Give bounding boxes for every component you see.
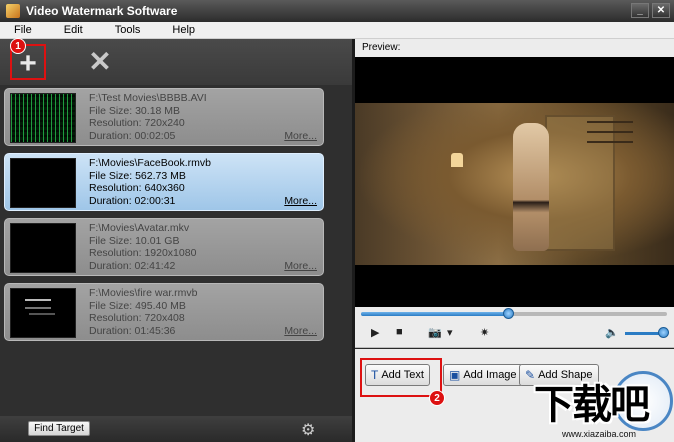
file-list-item[interactable]: F:\Test Movies\BBBB.AVI File Size: 30.18 … (4, 88, 324, 146)
video-thumbnail (10, 93, 76, 143)
doorway-shape (545, 115, 615, 251)
window-title: Video Watermark Software (26, 4, 178, 18)
step-badge-2: 2 (429, 390, 445, 406)
file-resolution: Resolution: 720x240 (89, 117, 185, 130)
text-icon: T (371, 368, 379, 382)
file-list-item[interactable]: F:\Movies\fire war.rmvb File Size: 495.40… (4, 283, 324, 341)
title-bar: Video Watermark Software _ ✕ (0, 0, 674, 22)
seek-thumb[interactable] (502, 308, 514, 319)
video-preview (355, 57, 674, 307)
file-list-item[interactable]: F:\Movies\Avatar.mkv File Size: 10.01 GB R… (4, 218, 324, 276)
preview-panel: Preview: ▶ ■ 📷 ▾ ✷ 🔈 T Add Text ▣ Add Im… (355, 39, 674, 442)
window-controls: _ ✕ (631, 3, 670, 18)
more-link[interactable]: More... (284, 325, 317, 337)
file-toolbar: + 1 ✕ (0, 38, 352, 85)
file-list-panel: + 1 ✕ F:\Test Movies\BBBB.AVI File Size: … (0, 38, 352, 442)
file-resolution: Resolution: 720x408 (89, 312, 185, 325)
preview-label: Preview: (355, 39, 674, 57)
file-size: File Size: 562.73 MB (89, 169, 186, 182)
file-resolution: Resolution: 1920x1080 (89, 247, 197, 260)
menu-bar: File Edit Tools Help (0, 22, 674, 39)
player-controls: ▶ ■ 📷 ▾ ✷ 🔈 (355, 307, 674, 348)
stop-icon[interactable]: ■ (396, 326, 403, 338)
add-image-label: Add Image (463, 369, 517, 381)
menu-edit[interactable]: Edit (64, 24, 83, 36)
video-thumbnail (10, 288, 76, 338)
lamp-shape (451, 153, 463, 167)
seek-progress (361, 312, 508, 316)
menu-help[interactable]: Help (172, 24, 195, 36)
watermark-url: www.xiazaiba.com (562, 429, 637, 439)
menu-file[interactable]: File (14, 24, 32, 36)
file-resolution: Resolution: 640x360 (89, 182, 185, 195)
file-size: File Size: 30.18 MB (89, 104, 181, 117)
file-list: F:\Test Movies\BBBB.AVI File Size: 30.18 … (4, 88, 324, 348)
image-icon: ▣ (449, 368, 461, 382)
bottom-bar: Find Target ⚙ (0, 416, 352, 442)
more-link[interactable]: More... (284, 260, 317, 272)
find-target-button[interactable]: Find Target (28, 421, 90, 436)
add-text-label: Add Text (381, 369, 424, 381)
more-link[interactable]: More... (284, 130, 317, 142)
video-frame-image (355, 103, 674, 265)
gear-icon[interactable]: ⚙ (301, 420, 315, 440)
file-list-item[interactable]: F:\Movies\FaceBook.rmvb File Size: 562.73… (4, 153, 324, 211)
file-path: F:\Movies\FaceBook.rmvb (89, 157, 211, 169)
shape-icon: ✎ (525, 368, 536, 382)
step-badge-1: 1 (10, 38, 26, 54)
file-size: File Size: 10.01 GB (89, 234, 180, 247)
file-path: F:\Movies\fire war.rmvb (89, 287, 198, 299)
volume-icon[interactable]: 🔈 (605, 326, 619, 339)
seek-slider[interactable] (361, 308, 667, 319)
more-link[interactable]: More... (284, 195, 317, 207)
file-path: F:\Test Movies\BBBB.AVI (89, 92, 207, 104)
chevron-down-icon[interactable]: ▾ (447, 326, 453, 339)
camera-icon[interactable]: 📷 (428, 326, 442, 339)
video-thumbnail (10, 158, 76, 208)
file-size: File Size: 495.40 MB (89, 299, 186, 312)
minimize-button[interactable]: _ (631, 3, 649, 18)
remove-file-button[interactable]: ✕ (82, 44, 118, 80)
shelf-shape (587, 121, 633, 123)
video-thumbnail (10, 223, 76, 273)
app-logo-icon (6, 4, 20, 18)
add-text-button[interactable]: T Add Text (365, 364, 430, 386)
close-button[interactable]: ✕ (652, 3, 670, 18)
add-image-button[interactable]: ▣ Add Image (443, 364, 523, 386)
volume-thumb[interactable] (658, 327, 669, 338)
file-path: F:\Movies\Avatar.mkv (89, 222, 190, 234)
person-figure (513, 123, 549, 251)
effect-icon[interactable]: ✷ (480, 326, 489, 339)
add-shape-label: Add Shape (538, 369, 593, 381)
play-icon[interactable]: ▶ (371, 326, 379, 339)
menu-tools[interactable]: Tools (115, 24, 141, 36)
